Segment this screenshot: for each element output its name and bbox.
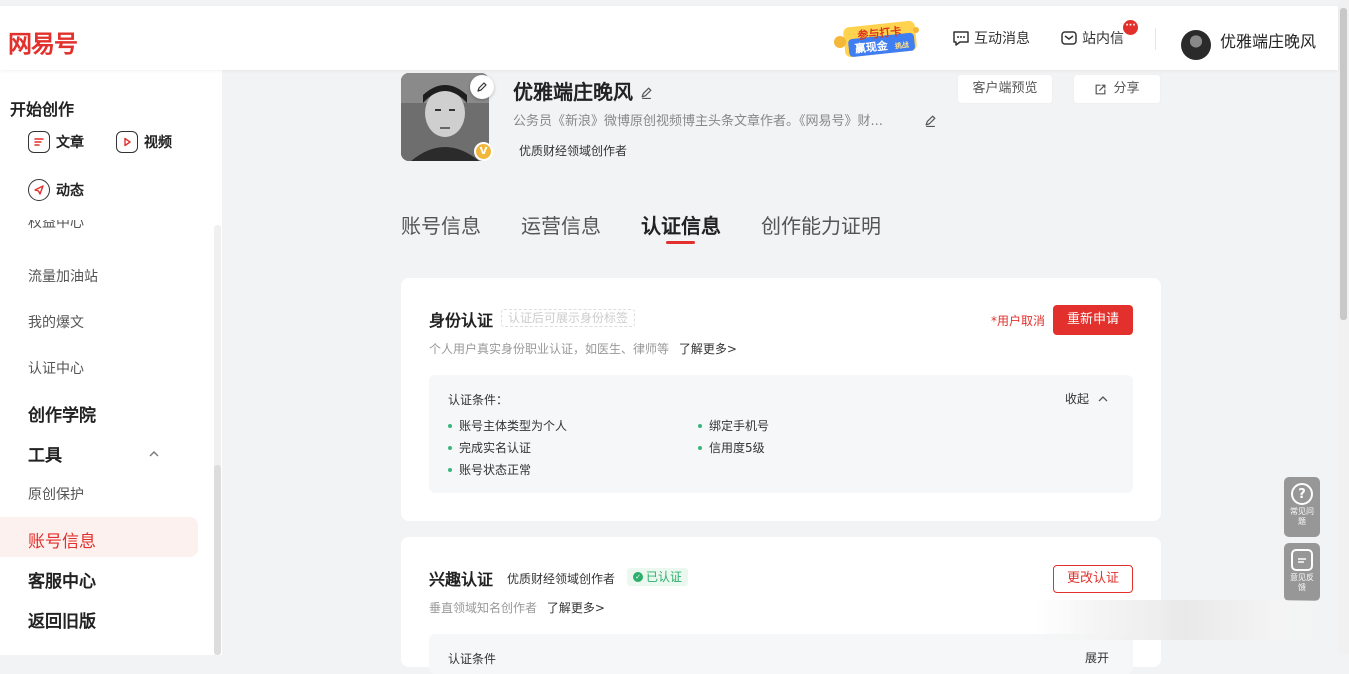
sidebar-item-rights[interactable]: 权益中心 (28, 220, 84, 232)
envelope-icon (1060, 30, 1078, 46)
question-icon: ? (1291, 483, 1313, 505)
identity-status: *用户取消 (991, 314, 1046, 328)
identity-desc-text: 个人用户真实身份职业认证，如医生、律师等 (429, 342, 670, 356)
share-icon (1096, 84, 1106, 94)
sidebar-item-hot-articles[interactable]: 我的爆文 (28, 312, 84, 332)
create-video-button[interactable]: 视频 (116, 131, 172, 153)
sidebar-back-old[interactable]: 返回旧版 (28, 607, 96, 632)
create-dynamic-label: 动态 (56, 183, 84, 199)
interest-desc: 垂直领域知名创作者 了解更多> (429, 599, 605, 616)
profile-name: 优雅端庄晚风 (513, 80, 633, 104)
create-video-label: 视频 (144, 135, 172, 151)
profile-tag: 优质财经领域创作者 (513, 140, 634, 162)
interest-title: 兴趣认证 (429, 570, 494, 589)
condition-item: 账号状态正常 (448, 461, 531, 478)
expand-toggle[interactable]: 展开 (1085, 649, 1109, 666)
interest-cond-label: 认证条件 (448, 652, 497, 666)
tab-operation-info[interactable]: 运营信息 (521, 210, 601, 239)
change-cert-button[interactable]: 更改认证 (1053, 565, 1133, 593)
promo-tag: 挑战 (894, 40, 909, 50)
reapply-button[interactable]: 重新申请 (1053, 305, 1133, 335)
interest-conditions: 认证条件 展开 (429, 634, 1133, 674)
condition-item: 绑定手机号 (698, 417, 769, 434)
interest-learn-more[interactable]: 了解更多> (547, 601, 605, 615)
pencil-icon (477, 82, 487, 92)
header-username[interactable]: 优雅端庄晚风 (1220, 28, 1316, 52)
check-icon: ✓ (633, 572, 643, 582)
article-icon (28, 131, 50, 153)
sidebar-scroll-thumb[interactable] (214, 465, 221, 655)
identity-learn-more[interactable]: 了解更多> (679, 342, 737, 356)
nav-messages-label: 互动消息 (974, 31, 1030, 47)
chevron-up-icon (1098, 395, 1108, 401)
promo-banner[interactable]: 参与打卡 赢现金 挑战 (830, 20, 922, 58)
sidebar-tools[interactable]: 工具 (28, 441, 62, 466)
verified-badge: ✓ 已认证 (627, 568, 689, 586)
identity-cond-label: 认证条件： (448, 393, 509, 407)
sidebar: 开始创作 文章 视频 动态 权益中心 流量加油站 我的爆文 认证中心 创作学院 … (0, 70, 222, 655)
expand-label: 展开 (1084, 651, 1109, 665)
sidebar-item-cert-center[interactable]: 认证中心 (28, 358, 84, 378)
name-edit-icon[interactable] (640, 84, 653, 103)
nav-inbox-label: 站内信 (1082, 31, 1124, 47)
verified-label: 已认证 (646, 570, 683, 584)
faq-float-button[interactable]: ? 常见问题 (1284, 477, 1320, 537)
decorative-overlay (1035, 600, 1335, 640)
share-button[interactable]: 分享 (1073, 74, 1161, 104)
chat-bubble-icon (952, 30, 970, 46)
tab-cert-info[interactable]: 认证信息 (641, 210, 721, 239)
condition-item: 完成实名认证 (448, 439, 531, 456)
identity-title: 身份认证 (429, 311, 494, 330)
comment-icon (1291, 549, 1313, 571)
identity-desc: 个人用户真实身份职业认证，如医生、律师等 了解更多> (429, 340, 737, 357)
paper-plane-icon (28, 179, 50, 201)
sidebar-item-original[interactable]: 原创保护 (28, 484, 84, 504)
avatar-edit-button[interactable] (470, 75, 494, 99)
identity-cert-card: 身份认证 认证后可展示身份标签 个人用户真实身份职业认证，如医生、律师等 了解更… (401, 278, 1161, 521)
bio-edit-icon[interactable] (924, 112, 937, 131)
condition-item: 账号主体类型为个人 (448, 417, 567, 434)
create-article-label: 文章 (56, 135, 84, 151)
top-header: 网易号 参与打卡 赢现金 挑战 互动消息 站内信 ··· 优雅端庄晚风 (0, 6, 1338, 70)
feedback-label: 意见反馈 (1290, 573, 1314, 592)
interest-desc-text: 垂直领域知名创作者 (429, 601, 538, 615)
feedback-float-button[interactable]: 意见反馈 (1284, 543, 1320, 601)
create-dynamic-button[interactable]: 动态 (28, 179, 84, 201)
tab-creation-ability[interactable]: 创作能力证明 (761, 210, 881, 239)
inbox-badge: ··· (1123, 20, 1138, 35)
collapse-toggle[interactable]: 收起 (1065, 390, 1109, 407)
verified-v-badge: V (474, 142, 493, 161)
identity-conditions: 认证条件： 收起 账号主体类型为个人 完成实名认证 账号状态正常 绑定手机号 信… (429, 375, 1133, 493)
client-preview-button[interactable]: 客户端预览 (957, 74, 1053, 104)
promo-graphic: 参与打卡 赢现金 挑战 (834, 20, 919, 58)
condition-item: 信用度5级 (698, 439, 765, 456)
create-article-button[interactable]: 文章 (28, 131, 84, 153)
sidebar-academy[interactable]: 创作学院 (28, 401, 96, 426)
faq-label: 常见问题 (1290, 507, 1314, 526)
sidebar-service-center[interactable]: 客服中心 (28, 567, 96, 592)
tab-bar: 账号信息 运营信息 认证信息 创作能力证明 (401, 210, 881, 239)
active-tab-indicator (666, 241, 695, 244)
sidebar-item-traffic[interactable]: 流量加油站 (28, 266, 98, 286)
page-scroll-thumb[interactable] (1340, 8, 1347, 320)
chevron-up-icon[interactable] (148, 444, 160, 463)
sidebar-section-create: 开始创作 (10, 100, 75, 119)
nav-messages[interactable]: 互动消息 (952, 28, 1030, 48)
user-avatar[interactable] (1181, 30, 1211, 60)
share-label: 分享 (1113, 81, 1140, 96)
video-icon (116, 131, 138, 153)
tab-account-info[interactable]: 账号信息 (401, 210, 481, 239)
logo[interactable]: 网易号 (8, 24, 78, 59)
profile-bio: 公务员《新浪》微博原创视频博主头条文章作者。《网易号》财... (513, 114, 883, 129)
collapse-label: 收起 (1064, 392, 1089, 406)
header-divider (1155, 28, 1156, 50)
identity-hint: 认证后可展示身份标签 (501, 309, 636, 327)
nav-inbox[interactable]: 站内信 (1060, 28, 1124, 48)
interest-tag: 优质财经领域创作者 (507, 572, 616, 586)
sidebar-item-account-info[interactable]: 账号信息 (28, 527, 96, 552)
